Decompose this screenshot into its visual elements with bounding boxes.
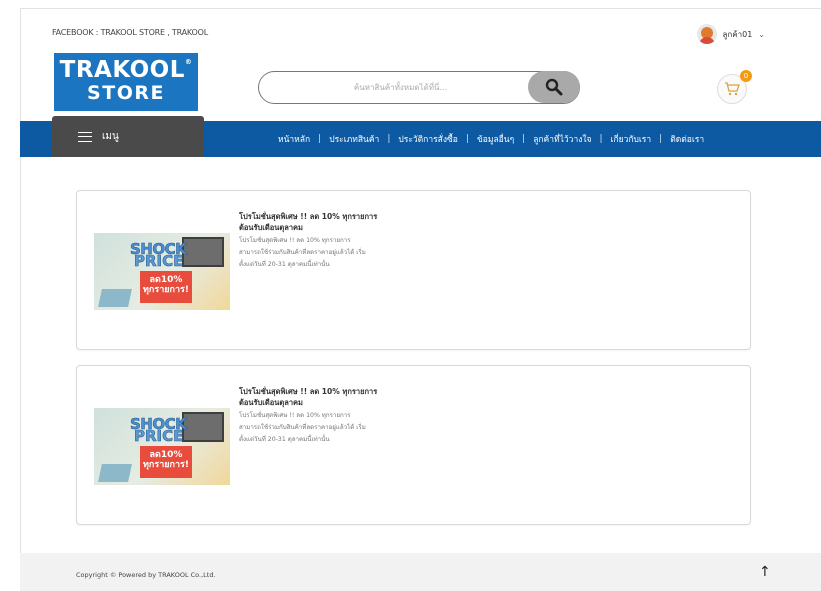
hamburger-icon [78, 131, 92, 142]
promotion-text: โปรโมชั่นสุดพิเศษ !! ลด 10% ทุกรายการ ต้… [239, 211, 439, 271]
logo-line-1: TRAKOOL [59, 57, 185, 83]
promotion-text: โปรโมชั่นสุดพิเศษ !! ลด 10% ทุกรายการ ต้… [239, 386, 439, 446]
search-input[interactable] [273, 72, 528, 102]
promotion-title[interactable]: โปรโมชั่นสุดพิเศษ !! ลด 10% ทุกรายการ ต้… [239, 211, 439, 233]
promo-image-discount: ลด10% ทุกรายการ! [140, 271, 192, 303]
nav-link-other-info[interactable]: ข้อมูลอื่นๆ [469, 132, 522, 146]
promo-image-discount-line2: ทุกรายการ! [143, 460, 189, 470]
laptop-graphic [182, 412, 224, 442]
promotion-desc-line: สามารถใช้ร่วมกับสินค้าที่ลดราคาอยู่แล้วไ… [239, 424, 366, 431]
promotion-desc-line: ตั้งแต่วันที่ 20-31 ตุลาคมนี้เท่านั้น [239, 436, 330, 443]
menu-label: เมนู [102, 131, 119, 142]
promotion-title-line: โปรโมชั่นสุดพิเศษ !! ลด 10% ทุกรายการ [239, 387, 378, 396]
menu-toggle-button[interactable]: เมนู [52, 116, 204, 157]
store-logo[interactable]: TRAKOOL® STORE [54, 53, 198, 111]
cart-icon [725, 82, 740, 96]
promo-image-discount: ลด10% ทุกรายการ! [140, 446, 192, 478]
chevron-down-icon: ⌄ [758, 29, 765, 39]
promotion-title-line: โปรโมชั่นสุดพิเศษ !! ลด 10% ทุกรายการ [239, 212, 378, 221]
promotion-title-line: ต้อนรับเดือนตุลาคม [239, 223, 303, 232]
promotion-desc-line: สามารถใช้ร่วมกับสินค้าที่ลดราคาอยู่แล้วไ… [239, 249, 366, 256]
back-to-top-arrow-icon[interactable]: ↑ [759, 564, 771, 580]
promo-image-price-text: PRICE [134, 427, 184, 445]
promo-image-discount-line1: ลด10% [149, 450, 183, 460]
copyright-text: Copyright © Powered by TRAKOOL Co.,Ltd. [76, 571, 216, 579]
promo-image-discount-line1: ลด10% [149, 275, 183, 285]
nav-link-contact[interactable]: ติดต่อเรา [662, 132, 712, 146]
social-links[interactable]: FACEBOOK : TRAKOOL STORE , TRAKOOL [52, 28, 208, 37]
nav-link-about[interactable]: เกี่ยวกับเรา [603, 132, 660, 146]
user-avatar-icon [696, 24, 717, 44]
promo-image-price-text: PRICE [134, 252, 184, 270]
laptop-graphic [98, 464, 132, 482]
nav-link-home[interactable]: หน้าหลัก [270, 132, 318, 146]
logo-registered-mark: ® [184, 58, 193, 66]
laptop-graphic [98, 289, 132, 307]
promotion-title-line: ต้อนรับเดือนตุลาคม [239, 398, 303, 407]
cart-count-badge: 0 [740, 70, 752, 82]
promotion-desc-line: โปรโมชั่นสุดพิเศษ !! ลด 10% ทุกรายการ [239, 412, 351, 419]
promotion-card[interactable]: SHOCK PRICE ลด10% ทุกรายการ! โปรโมชั่นสุ… [76, 365, 751, 525]
search-icon [545, 78, 563, 96]
nav-links: หน้าหลัก | ประเภทสินค้า | ประวัติการสั่ง… [270, 121, 712, 157]
laptop-graphic [182, 237, 224, 267]
promotion-description: โปรโมชั่นสุดพิเศษ !! ลด 10% ทุกรายการ สา… [239, 235, 439, 271]
user-name: ลูกค้า01 [722, 29, 753, 39]
user-account-menu[interactable]: ลูกค้า01 ⌄ [696, 24, 765, 44]
promotion-description: โปรโมชั่นสุดพิเศษ !! ลด 10% ทุกรายการ สา… [239, 410, 439, 446]
search-bar [258, 71, 580, 104]
nav-link-categories[interactable]: ประเภทสินค้า [321, 132, 387, 146]
nav-link-trusted-customers[interactable]: ลูกค้าที่ไว้วางใจ [525, 132, 599, 146]
logo-line-2: STORE [87, 82, 165, 104]
search-button[interactable] [528, 71, 580, 103]
promotion-desc-line: โปรโมชั่นสุดพิเศษ !! ลด 10% ทุกรายการ [239, 237, 351, 244]
promotion-image[interactable]: SHOCK PRICE ลด10% ทุกรายการ! [94, 233, 230, 310]
promotion-title[interactable]: โปรโมชั่นสุดพิเศษ !! ลด 10% ทุกรายการ ต้… [239, 386, 439, 408]
nav-link-order-history[interactable]: ประวัติการสั่งซื้อ [390, 132, 466, 146]
promotion-desc-line: ตั้งแต่วันที่ 20-31 ตุลาคมนี้เท่านั้น [239, 261, 330, 268]
promotion-image[interactable]: SHOCK PRICE ลด10% ทุกรายการ! [94, 408, 230, 485]
promotion-card[interactable]: SHOCK PRICE ลด10% ทุกรายการ! โปรโมชั่นสุ… [76, 190, 751, 350]
promo-image-discount-line2: ทุกรายการ! [143, 285, 189, 295]
